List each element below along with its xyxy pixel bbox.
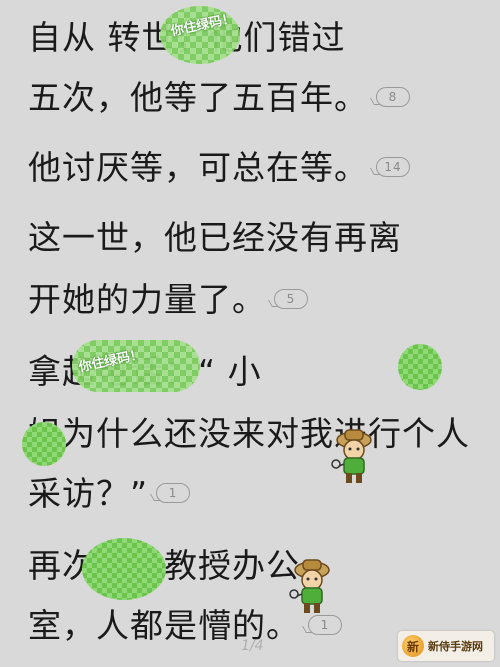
comment-count-badge[interactable]: 5 — [274, 288, 308, 309]
text-line-2-content: 五次，他等了五百年。 — [28, 78, 368, 117]
text-line-2: 五次，他等了五百年。 8 — [28, 78, 410, 118]
comment-count-badge[interactable]: 1 — [156, 482, 191, 503]
green-blob-quote — [398, 344, 442, 390]
page-indicator: 1/4 — [241, 638, 264, 654]
text-line-8-content: 采访？” — [28, 474, 149, 513]
logo-text: 新侍手游网 — [428, 640, 483, 653]
text-line-3-content: 他讨厌等，可总在等。 — [28, 148, 368, 187]
text-line-7-content: 姐为什么还没来对我进行个人 — [28, 414, 470, 453]
text-line-7: 姐为什么还没来对我进行个人 — [28, 414, 470, 454]
text-line-4-content: 这一世，他已经没有再离 — [28, 218, 402, 257]
text-line-3: 他讨厌等，可总在等。 14 — [28, 148, 410, 188]
green-blob-line9 — [82, 538, 166, 600]
text-line-5-content: 开她的力量了。 — [28, 280, 266, 319]
text-line-4: 这一世，他已经没有再离 — [28, 218, 402, 258]
explorer-mascot-icon — [289, 559, 330, 613]
site-logo: 新 新侍手游网 — [398, 631, 494, 661]
comment-count-badge[interactable]: 14 — [376, 156, 410, 177]
green-blob-line7 — [22, 422, 66, 466]
comment-count-badge[interactable]: 8 — [376, 86, 410, 107]
text-line-8: 采访？” 1 — [28, 474, 191, 514]
explorer-mascot-icon — [331, 429, 372, 483]
logo-mark-icon: 新 — [402, 635, 424, 657]
text-line-5: 开她的力量了。 5 — [28, 280, 308, 320]
reader-page: 自从 转世，他们错过 五次，他等了五百年。8 他讨厌等，可总在等。14 这一世，… — [0, 0, 500, 667]
